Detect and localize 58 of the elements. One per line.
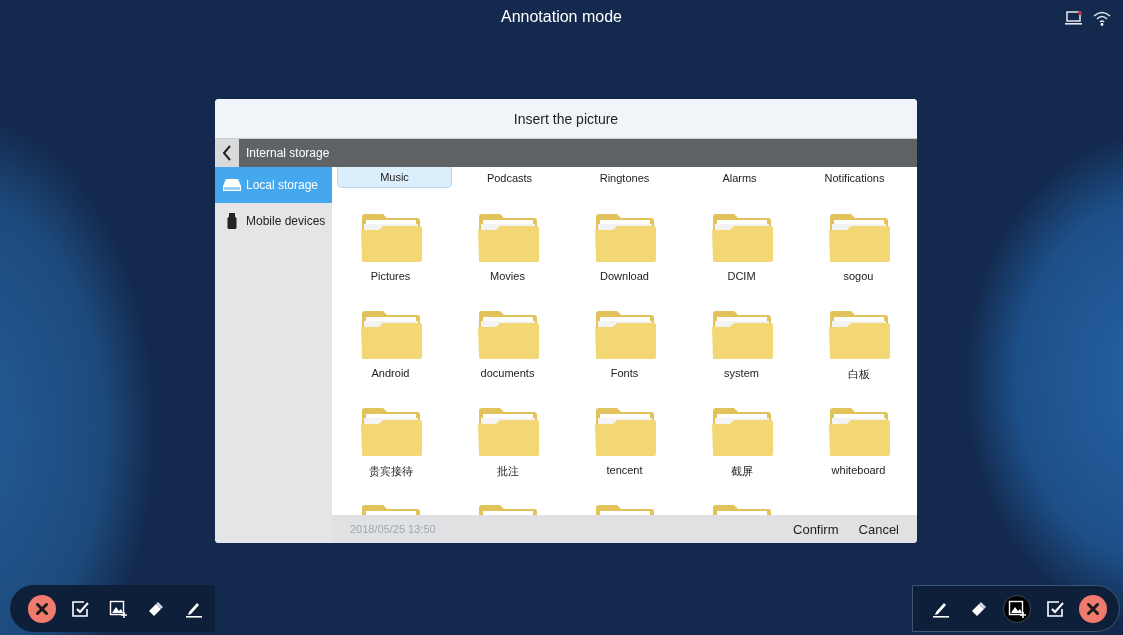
folder-icon bbox=[359, 213, 422, 263]
close-button[interactable] bbox=[1079, 594, 1107, 623]
folder-icon bbox=[710, 407, 773, 457]
sidebar-item[interactable]: Mobile devices bbox=[215, 203, 332, 239]
folder-name[interactable]: Movies bbox=[490, 270, 525, 282]
dialog-button[interactable]: Confirm bbox=[785, 519, 847, 539]
folder-name[interactable]: whiteboard bbox=[831, 464, 886, 476]
folder-icon bbox=[593, 310, 656, 360]
folder-name[interactable]: 贵宾接待 bbox=[368, 464, 413, 479]
tab[interactable]: Podcasts bbox=[452, 167, 567, 188]
checkbox-icon[interactable] bbox=[1046, 599, 1064, 618]
folder-name[interactable]: tencent bbox=[606, 464, 643, 476]
tab[interactable]: Ringtones bbox=[567, 167, 682, 188]
folder-name[interactable]: Fonts bbox=[610, 367, 639, 379]
folder-icon bbox=[827, 407, 890, 457]
checkbox-icon[interactable] bbox=[71, 599, 89, 618]
image-add-icon[interactable] bbox=[1008, 599, 1026, 618]
back-button[interactable] bbox=[215, 139, 239, 167]
folder-name[interactable]: documents bbox=[480, 367, 535, 379]
close-icon[interactable] bbox=[1087, 602, 1099, 615]
screen-title: Annotation mode bbox=[501, 8, 622, 26]
close-button[interactable] bbox=[28, 594, 56, 623]
folder-icon bbox=[710, 310, 773, 360]
wifi-icon[interactable] bbox=[1093, 10, 1111, 26]
folder-icon bbox=[476, 407, 539, 457]
back-icon[interactable] bbox=[222, 145, 232, 161]
folder-icon bbox=[476, 213, 539, 263]
tab[interactable]: Alarms bbox=[682, 167, 797, 188]
folder-name[interactable]: 白板 bbox=[847, 367, 870, 382]
dialog-button[interactable]: Cancel bbox=[850, 519, 907, 539]
folder-name[interactable]: 批注 bbox=[496, 464, 519, 479]
eraser-icon[interactable] bbox=[147, 599, 165, 618]
eraser-icon[interactable] bbox=[970, 599, 988, 618]
folder-name[interactable]: Download bbox=[600, 270, 649, 282]
folder-name[interactable]: sogou bbox=[843, 270, 874, 282]
folder-icon bbox=[476, 310, 539, 360]
folder-name[interactable]: 截屏 bbox=[730, 464, 753, 479]
close-icon[interactable] bbox=[36, 602, 48, 615]
drive-icon bbox=[223, 178, 241, 192]
dialog-title: Insert the picture bbox=[215, 99, 917, 139]
folder-name[interactable]: DCIM bbox=[727, 270, 756, 282]
path-label: Internal storage bbox=[246, 146, 330, 160]
folder-name[interactable]: system bbox=[724, 367, 759, 379]
tab[interactable]: Music bbox=[337, 167, 452, 188]
timestamp: 2018/05/25 13:50 bbox=[350, 523, 437, 535]
folder-icon bbox=[593, 407, 656, 457]
folder-icon bbox=[593, 213, 656, 263]
folder-icon bbox=[359, 407, 422, 457]
folder-name[interactable]: Pictures bbox=[370, 270, 411, 282]
tab[interactable]: Notifications bbox=[797, 167, 912, 188]
image-add-icon[interactable] bbox=[109, 599, 127, 618]
folder-icon bbox=[710, 213, 773, 263]
folder-icon bbox=[827, 213, 890, 263]
folder-icon bbox=[359, 310, 422, 360]
tool-button[interactable] bbox=[1003, 594, 1031, 623]
folder-name[interactable]: Android bbox=[371, 367, 410, 379]
folder-icon bbox=[827, 310, 890, 360]
screen-share-icon[interactable] bbox=[1065, 10, 1085, 26]
